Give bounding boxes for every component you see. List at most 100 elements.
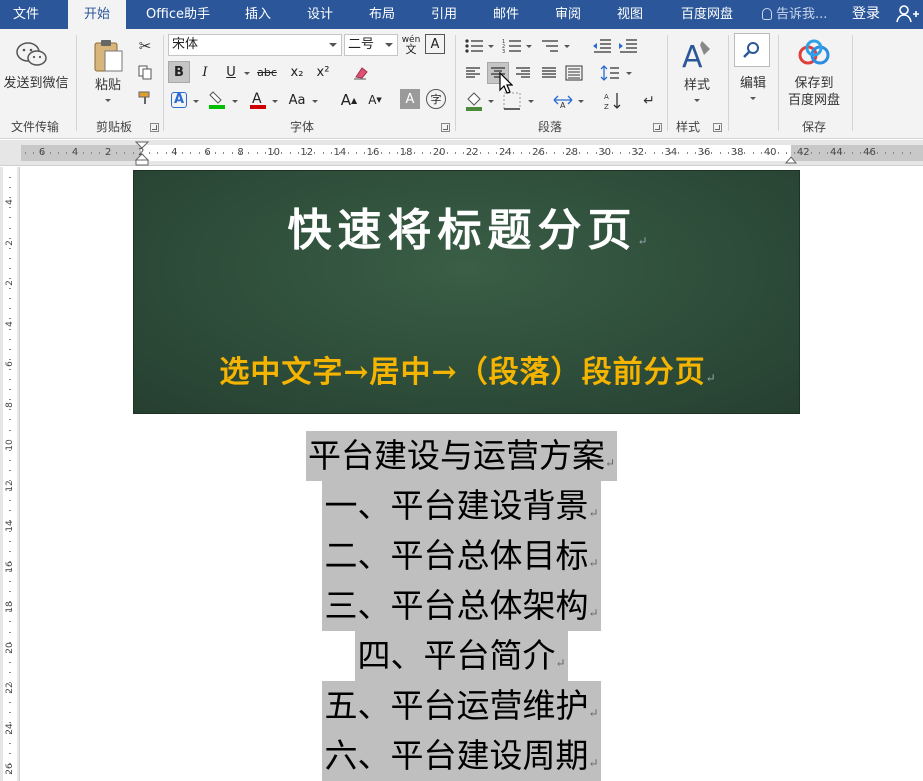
- multilevel-dropdown-icon[interactable]: [564, 45, 570, 48]
- heading-line[interactable]: 六、平台建设周期↵: [0, 731, 923, 781]
- baidu-netdisk-icon[interactable]: [796, 39, 832, 69]
- multilevel-list-icon[interactable]: [538, 35, 562, 57]
- heading-line[interactable]: 五、平台运营维护↵: [0, 681, 923, 731]
- right-indent-marker-icon[interactable]: [785, 152, 797, 164]
- underline-button[interactable]: U: [220, 61, 242, 83]
- styles-button[interactable]: 样式: [674, 77, 720, 94]
- tab-file[interactable]: 文件: [0, 0, 52, 29]
- enclose-characters-button[interactable]: 字: [426, 89, 446, 109]
- copy-icon[interactable]: [135, 62, 155, 82]
- indent-marker-icon[interactable]: [135, 140, 149, 166]
- paste-button[interactable]: 粘贴: [86, 77, 130, 94]
- subscript-button[interactable]: x₂: [286, 61, 308, 83]
- edit-button[interactable]: 编辑: [732, 75, 774, 92]
- save-to-netdisk-label-1[interactable]: 保存到: [782, 75, 846, 92]
- underline-dropdown-icon[interactable]: [244, 72, 250, 75]
- character-shading-button[interactable]: A: [400, 89, 420, 109]
- italic-button[interactable]: I: [194, 61, 216, 83]
- distributed-icon[interactable]: [563, 62, 585, 84]
- wechat-icon[interactable]: [14, 39, 50, 71]
- styles-dropdown-icon[interactable]: [694, 99, 700, 102]
- send-to-wechat-button[interactable]: 发送到微信: [0, 75, 72, 92]
- bullets-dropdown-icon[interactable]: [488, 45, 494, 48]
- font-launcher-icon[interactable]: [441, 123, 450, 132]
- tab-home[interactable]: 开始: [68, 0, 126, 30]
- numbering-icon[interactable]: 123: [500, 35, 524, 57]
- change-case-dropdown-icon[interactable]: [312, 100, 318, 103]
- numbering-dropdown-icon[interactable]: [526, 45, 532, 48]
- align-right-icon[interactable]: [512, 62, 534, 84]
- bullets-icon[interactable]: [462, 35, 486, 57]
- shrink-font-button[interactable]: A ▼: [364, 89, 386, 111]
- format-painter-icon[interactable]: [135, 88, 155, 108]
- tell-me-box[interactable]: 告诉我...: [762, 0, 827, 29]
- decrease-indent-icon[interactable]: [590, 35, 614, 57]
- ruler-tick-mark: [322, 152, 324, 154]
- bold-button[interactable]: B: [168, 61, 190, 83]
- shading-dropdown-icon[interactable]: [488, 100, 494, 103]
- shading-icon[interactable]: [462, 89, 486, 113]
- tab-references[interactable]: 引用: [418, 0, 470, 29]
- save-to-netdisk-label-2[interactable]: 百度网盘: [782, 92, 846, 109]
- tab-office-assistant[interactable]: Office助手: [134, 0, 222, 29]
- font-name-combo[interactable]: 宋体: [168, 34, 342, 56]
- heading-line[interactable]: 一、平台建设背景↵: [0, 481, 923, 531]
- heading-line[interactable]: 平台建设与运营方案↵: [0, 431, 923, 481]
- chevron-down-icon[interactable]: [329, 43, 337, 47]
- change-case-button[interactable]: Aa: [284, 89, 310, 111]
- styles-launcher-icon[interactable]: [713, 123, 722, 132]
- line-spacing-dropdown-icon[interactable]: [626, 72, 632, 75]
- group-separator: [728, 35, 729, 131]
- cut-icon[interactable]: ✂: [135, 36, 155, 56]
- share-icon[interactable]: [893, 0, 923, 29]
- ruler-tick-mark: [529, 152, 531, 154]
- grow-font-button[interactable]: A ▲: [338, 89, 360, 111]
- highlight-dropdown-icon[interactable]: [232, 100, 238, 103]
- phonetic-guide-button[interactable]: wén 文: [400, 34, 422, 56]
- clipboard-launcher-icon[interactable]: [150, 123, 159, 132]
- ruler-tick-mark: [397, 152, 399, 154]
- group-label-styles: 样式: [675, 120, 700, 134]
- font-color-icon[interactable]: A: [246, 87, 270, 111]
- character-border-button[interactable]: A: [425, 34, 445, 54]
- paragraph-launcher-icon[interactable]: [653, 123, 662, 132]
- styles-icon[interactable]: A: [680, 37, 714, 73]
- increase-indent-icon[interactable]: [616, 35, 640, 57]
- search-icon[interactable]: [734, 33, 770, 67]
- tab-insert[interactable]: 插入: [232, 0, 284, 29]
- paste-dropdown-icon[interactable]: [105, 99, 111, 102]
- highlight-color-icon[interactable]: [205, 87, 229, 111]
- login-link[interactable]: 登录: [852, 0, 880, 29]
- tab-review[interactable]: 审阅: [542, 0, 594, 29]
- sort-icon[interactable]: AZ: [602, 89, 624, 113]
- chinese-layout-dropdown-icon[interactable]: [578, 100, 584, 103]
- chevron-down-icon[interactable]: [385, 43, 393, 47]
- strikethrough-button[interactable]: abc: [252, 61, 282, 83]
- clear-formatting-icon[interactable]: [350, 63, 372, 83]
- font-size-combo[interactable]: 二号: [344, 34, 398, 56]
- heading-line[interactable]: 二、平台总体目标↵: [0, 531, 923, 581]
- tab-layout[interactable]: 布局: [356, 0, 408, 29]
- text-effects-button[interactable]: A: [168, 89, 190, 111]
- tab-mailings[interactable]: 邮件: [480, 0, 532, 29]
- tab-baidu-netdisk[interactable]: 百度网盘: [666, 0, 748, 29]
- chinese-layout-icon[interactable]: A: [550, 89, 576, 113]
- show-marks-icon[interactable]: ↵: [638, 89, 660, 113]
- justify-icon[interactable]: [538, 62, 560, 84]
- chalkboard-image[interactable]: 快速将标题分页↵ 选中文字→居中→（段落）段前分页↵: [133, 170, 800, 414]
- line-spacing-icon[interactable]: [598, 62, 622, 84]
- align-left-icon[interactable]: [462, 62, 484, 84]
- horizontal-ruler[interactable]: 6422468101214161820222426283032343638404…: [0, 140, 923, 166]
- borders-dropdown-icon[interactable]: [528, 100, 534, 103]
- text-effects-dropdown-icon[interactable]: [193, 100, 199, 103]
- group-label-paragraph: 段落: [537, 120, 562, 134]
- heading-line[interactable]: 四、平台简介↵: [0, 631, 923, 681]
- edit-dropdown-icon[interactable]: [750, 97, 756, 100]
- superscript-button[interactable]: x²: [312, 61, 334, 83]
- tab-design[interactable]: 设计: [294, 0, 346, 29]
- tab-view[interactable]: 视图: [604, 0, 656, 29]
- ruler-tick-mark: [471, 152, 473, 154]
- paste-icon[interactable]: [90, 37, 126, 75]
- heading-line[interactable]: 三、平台总体架构↵: [0, 581, 923, 631]
- font-color-dropdown-icon[interactable]: [272, 100, 278, 103]
